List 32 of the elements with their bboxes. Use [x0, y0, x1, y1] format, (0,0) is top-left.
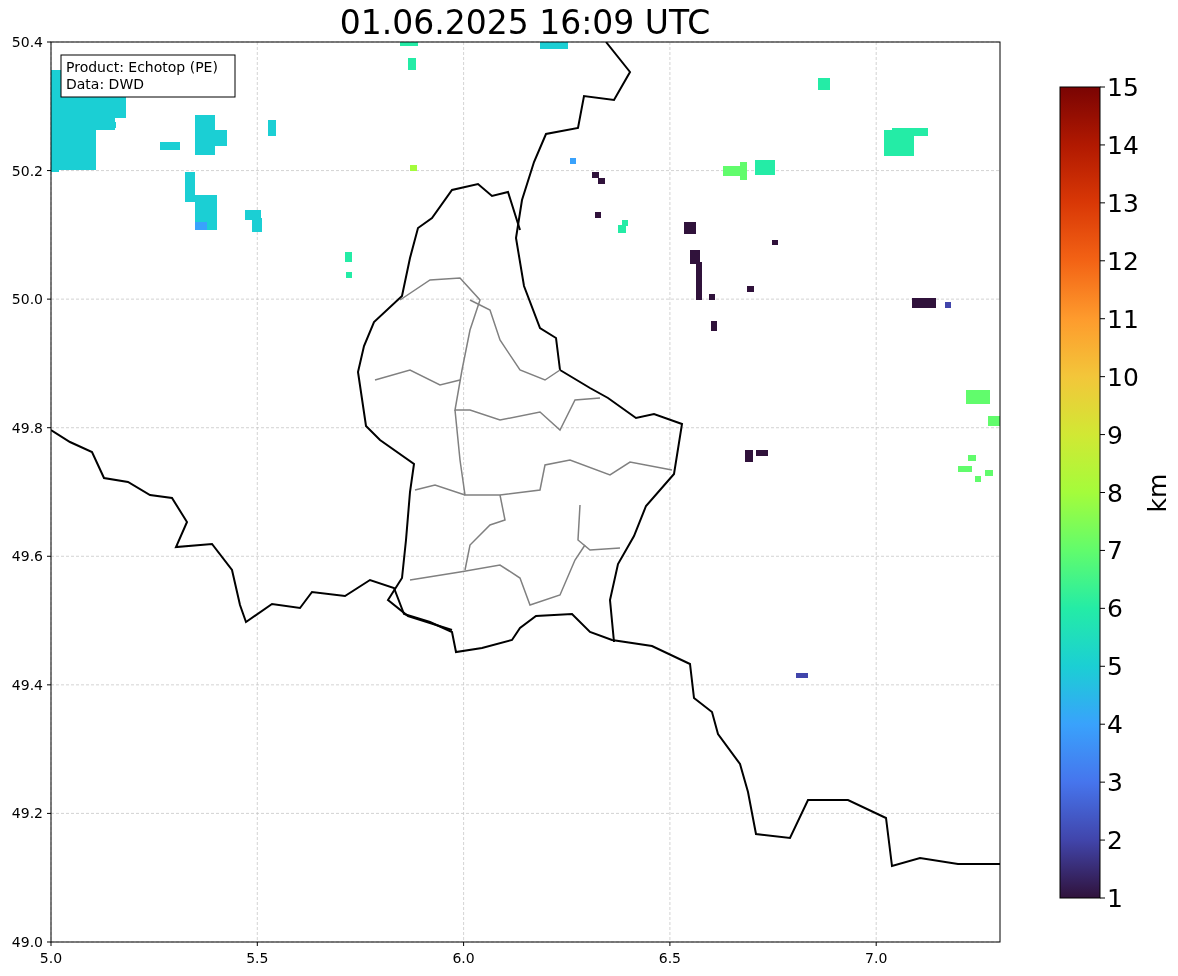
x-tick-label: 7.0	[865, 950, 888, 966]
info-text: Product: Echotop (PE)	[66, 59, 218, 75]
y-tick-label: 50.2	[11, 162, 43, 179]
colorbar-tick-label: 15	[1107, 73, 1139, 102]
colorbar-tick-label: 12	[1107, 246, 1139, 276]
colorbar-label: km	[1143, 473, 1172, 513]
colorbar-tick-label: 6	[1107, 594, 1123, 624]
x-tick-label: 5.5	[246, 950, 269, 966]
info-text: Data: DWD	[66, 76, 144, 92]
y-tick-label: 49.4	[11, 676, 43, 693]
y-tick-label: 49.6	[11, 548, 43, 565]
x-tick-label: 6.0	[452, 950, 475, 966]
y-tick-label: 49.8	[11, 419, 43, 436]
chart-title: 01.06.2025 16:09 UTC	[339, 3, 711, 42]
colorbar-tick-label: 4	[1107, 710, 1123, 740]
colorbar-tick-label: 10	[1107, 362, 1139, 392]
colorbar-tick-label: 14	[1107, 130, 1139, 160]
y-tick-label: 49.0	[11, 934, 43, 950]
x-tick-label: 6.5	[658, 950, 682, 966]
colorbar-tick-label: 1	[1107, 884, 1123, 913]
colorbar-tick-label: 5	[1107, 652, 1123, 682]
y-tick-label: 50.0	[11, 291, 43, 308]
colorbar-tick-label: 11	[1107, 304, 1139, 334]
colorbar-tick-label: 2	[1107, 826, 1123, 856]
colorbar-tick-label: 13	[1107, 188, 1139, 218]
y-tick-label: 49.2	[11, 805, 43, 822]
colorbar-tick-label: 3	[1107, 768, 1123, 798]
y-tick-label: 50.4	[11, 34, 43, 50]
x-tick-label: 5.0	[39, 950, 63, 966]
colorbar-tick-label: 9	[1107, 420, 1123, 450]
colorbar-tick-label: 8	[1107, 478, 1123, 508]
colorbar-tick-label: 7	[1107, 536, 1123, 566]
